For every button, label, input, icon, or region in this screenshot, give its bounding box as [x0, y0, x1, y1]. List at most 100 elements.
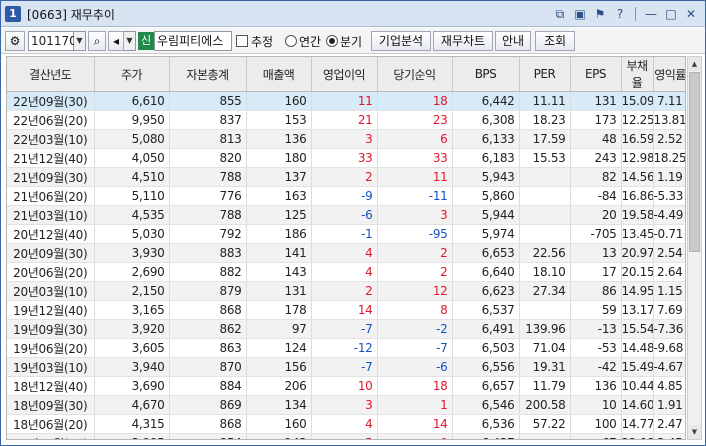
table-row[interactable]: 18년06월(20) 4,315 868 160 4 14 6,536 57.22 100 14.…: [7, 414, 685, 434]
close-icon[interactable]: ✕: [683, 6, 699, 22]
annual-radio[interactable]: [285, 35, 297, 47]
stock-name-field[interactable]: 우림피티에스: [154, 31, 232, 51]
cell-price: 4,535: [94, 205, 170, 225]
table-row[interactable]: 19년06월(20) 3,605 863 124 -12 -7 6,503 71.04 -53 1…: [7, 338, 685, 358]
col-header-sales[interactable]: 매출액: [246, 57, 312, 92]
col-header-per[interactable]: PER: [519, 57, 571, 92]
vertical-scrollbar[interactable]: ▲ ▼: [687, 56, 702, 440]
cell-sales: 131: [246, 281, 312, 301]
col-header-price[interactable]: 주가: [94, 57, 170, 92]
table-row[interactable]: 20년03월(10) 2,150 879 131 2 12 6,623 27.34 86 14.9…: [7, 281, 685, 301]
cell-sales: 180: [246, 148, 312, 168]
cell-price: 2,150: [94, 281, 170, 301]
table-row[interactable]: 21년09월(30) 4,510 788 137 2 11 5,943 82 14.56 1.19: [7, 167, 685, 187]
estimate-checkbox[interactable]: [236, 35, 248, 47]
cell-net-income: 8: [377, 300, 453, 320]
restore-icon[interactable]: ⧉: [552, 6, 568, 22]
cell-operating-margin: 7.69: [653, 300, 685, 320]
cell-period: 20년12월(40): [7, 224, 95, 244]
minimize-icon[interactable]: —: [643, 6, 659, 22]
cell-equity: 879: [169, 281, 247, 301]
cell-per: 11.79: [519, 376, 571, 396]
cell-sales: 124: [246, 338, 312, 358]
col-header-eps[interactable]: EPS: [570, 57, 622, 92]
col-header-period[interactable]: 결산년도: [7, 57, 95, 92]
table-row[interactable]: 19년03월(10) 3,940 870 156 -7 -6 6,556 19.31 -42 15…: [7, 357, 685, 377]
scroll-down-icon[interactable]: ▼: [688, 425, 701, 439]
col-header-equity[interactable]: 자본총계: [169, 57, 247, 92]
cell-sales: 160: [246, 91, 312, 111]
help-icon[interactable]: ?: [612, 6, 628, 22]
table-row[interactable]: 20년06월(20) 2,690 882 143 4 2 6,640 18.10 17 20.15…: [7, 262, 685, 282]
speaker-button[interactable]: ◂: [108, 31, 124, 51]
cell-bps: 6,442: [452, 91, 520, 111]
cell-per: 200.58: [519, 395, 571, 415]
cell-period: 19년03월(10): [7, 357, 95, 377]
cell-operating-margin: 2.64: [653, 262, 685, 282]
col-header-operating-margin[interactable]: 영익률: [653, 57, 685, 92]
company-analysis-button[interactable]: 기업분석: [371, 31, 431, 51]
cell-equity: 788: [169, 167, 247, 187]
cell-price: 3,940: [94, 357, 170, 377]
col-header-bps[interactable]: BPS: [452, 57, 520, 92]
cell-net-income: 14: [377, 414, 453, 434]
guide-button[interactable]: 안내: [495, 31, 531, 51]
cell-price: 5,080: [94, 129, 170, 149]
tile-icon[interactable]: ▣: [572, 6, 588, 22]
title-bar: 1 [0663] 재무추이 ⧉ ▣ ⚑ ? — □ ✕: [1, 1, 705, 27]
search-button[interactable]: ⌕: [88, 31, 106, 51]
cell-net-income: 23: [377, 110, 453, 130]
cell-operating-profit: -7: [311, 357, 378, 377]
table-row[interactable]: 18년03월(10)3,995854143596,437 6722.083.45: [7, 433, 685, 439]
table-row[interactable]: 22년09월(30) 6,610 855 160 11 18 6,442 11.11 131 15…: [7, 91, 685, 111]
cell-equity: 776: [169, 186, 247, 206]
table-row[interactable]: 22년06월(20) 9,950 837 153 21 23 6,308 18.23 173 12…: [7, 110, 685, 130]
settings-button[interactable]: ⚙: [5, 31, 25, 51]
table-row[interactable]: 19년09월(30) 3,920 862 97 -7 -2 6,491 139.96 -13 15…: [7, 319, 685, 339]
pin-icon[interactable]: ⚑: [592, 6, 608, 22]
query-button[interactable]: 조회: [535, 31, 575, 51]
cell-sales: 136: [246, 129, 312, 149]
col-header-operating-profit[interactable]: 영업이익: [311, 57, 378, 92]
cell-operating-profit: 4: [311, 243, 378, 263]
table-row[interactable]: 20년09월(30) 3,930 883 141 4 2 6,653 22.56 13 20.97…: [7, 243, 685, 263]
cell-eps: 48: [570, 129, 622, 149]
table-row[interactable]: 19년12월(40) 3,165 868 178 14 8 6,537 59 13.17 7.69: [7, 300, 685, 320]
cell-price: 3,605: [94, 338, 170, 358]
scroll-up-icon[interactable]: ▲: [688, 57, 701, 71]
cell-net-income: -7: [377, 338, 453, 358]
cell-bps: 5,944: [452, 205, 520, 225]
stock-code-input[interactable]: 101170: [28, 31, 77, 51]
cell-operating-margin: 1.15: [653, 281, 685, 301]
financial-chart-button[interactable]: 재무차트: [433, 31, 493, 51]
table-row[interactable]: 20년12월(40) 5,030 792 186 -1 -95 5,974 -705 13.45…: [7, 224, 685, 244]
table-row[interactable]: 21년12월(40) 4,050 820 180 33 33 6,183 15.53 243 12…: [7, 148, 685, 168]
cell-debt-ratio: 16.86: [621, 186, 654, 206]
cell-debt-ratio: 16.59: [621, 129, 654, 149]
market-badge: 신: [138, 32, 154, 50]
table-row[interactable]: 18년09월(30) 4,670 869 134 3 1 6,546 200.58 10 14.6…: [7, 395, 685, 415]
cell-eps: -84: [570, 186, 622, 206]
cell-net-income: -6: [377, 357, 453, 377]
table-row[interactable]: 21년06월(20) 5,110 776 163 -9 -11 5,860 -84 16.86-…: [7, 186, 685, 206]
cell-per: 19.31: [519, 357, 571, 377]
cell-eps: 20: [570, 205, 622, 225]
col-header-net-income[interactable]: 당기순익: [377, 57, 453, 92]
cell-net-income: 2: [377, 262, 453, 282]
cell-price: 4,315: [94, 414, 170, 434]
cell-net-income: -2: [377, 319, 453, 339]
cell-equity: 868: [169, 300, 247, 320]
speaker-dropdown[interactable]: ▼: [124, 31, 136, 51]
cell-per: 27.34: [519, 281, 571, 301]
table-row[interactable]: 18년12월(40) 3,690 884 206 10 18 6,657 11.79 136 10…: [7, 376, 685, 396]
stock-code-dropdown[interactable]: ▼: [74, 31, 86, 51]
maximize-icon[interactable]: □: [663, 6, 679, 22]
table-row[interactable]: 22년03월(10) 5,080 813 136 3 6 6,133 17.59 48 16.59…: [7, 129, 685, 149]
cell-operating-profit: 33: [311, 148, 378, 168]
col-header-debt-ratio[interactable]: 부채율: [621, 57, 654, 92]
scroll-thumb[interactable]: [689, 72, 700, 252]
cell-operating-margin: -4.67: [653, 357, 685, 377]
quarterly-radio[interactable]: [326, 35, 338, 47]
cell-bps: 6,653: [452, 243, 520, 263]
table-row[interactable]: 21년03월(10) 4,535 788 125 -6 3 5,944 20 19.58 -4.4…: [7, 205, 685, 225]
